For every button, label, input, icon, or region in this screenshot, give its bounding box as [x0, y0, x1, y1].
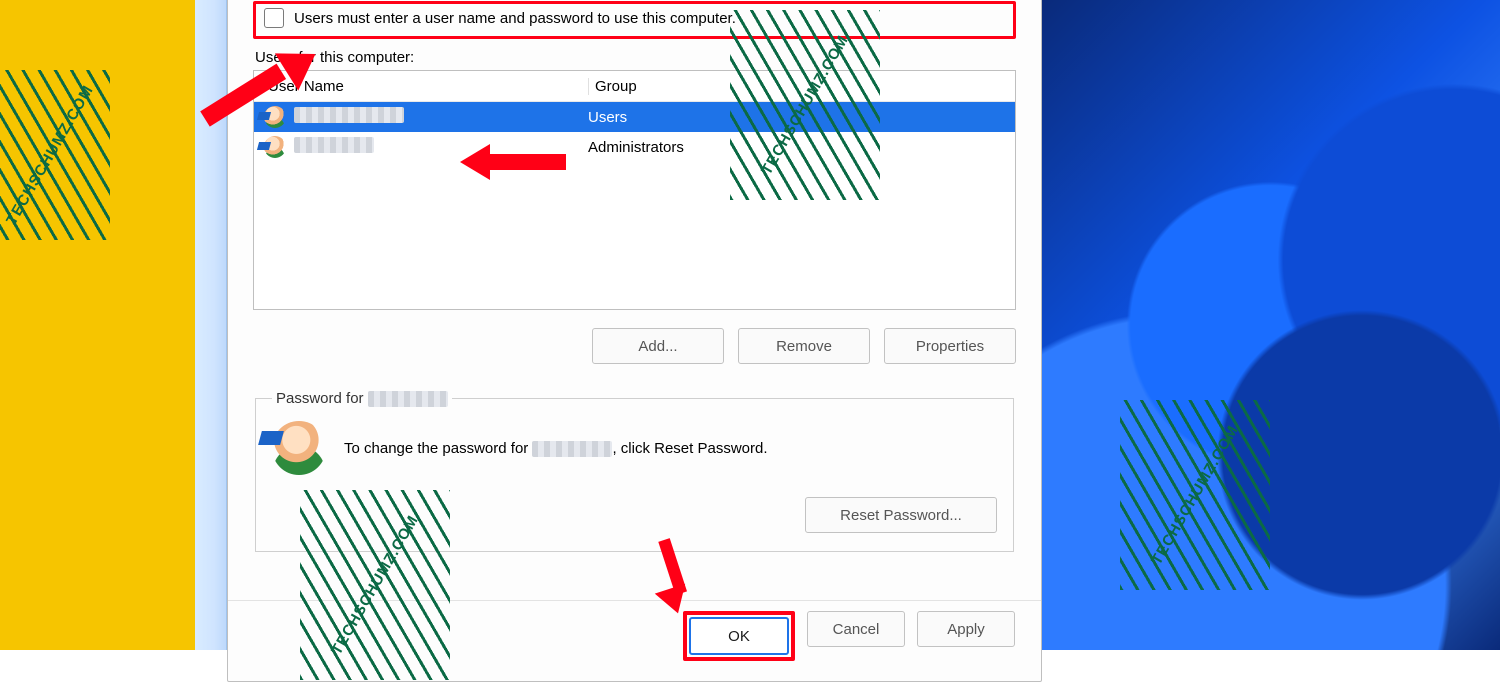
add-button[interactable]: Add... — [592, 328, 724, 364]
cancel-button[interactable]: Cancel — [807, 611, 905, 647]
password-groupbox-legend: Password for — [272, 390, 452, 407]
user-icon — [264, 106, 286, 128]
row-group-value: Users — [582, 109, 1015, 126]
column-group[interactable]: Group — [588, 78, 1015, 95]
remove-button[interactable]: Remove — [738, 328, 870, 364]
column-user-name[interactable]: User Name — [254, 78, 588, 95]
redacted-username — [532, 441, 612, 457]
users-list-header: User Name Group — [254, 71, 1015, 102]
page-bg-left — [0, 0, 195, 650]
redacted-username — [294, 107, 404, 123]
users-buttons-row: Add... Remove Properties — [253, 328, 1016, 364]
require-password-label: Users must enter a user name and passwor… — [294, 10, 736, 27]
row-group-value: Administrators — [582, 139, 1015, 156]
redacted-username — [368, 391, 448, 407]
properties-button[interactable]: Properties — [884, 328, 1016, 364]
checkbox-icon — [264, 8, 284, 28]
taskbar-edge — [195, 0, 227, 650]
users-for-label: Users for this computer: — [255, 49, 1016, 66]
dialog-footer-buttons: OK Cancel Apply — [228, 600, 1041, 671]
require-password-checkbox[interactable]: Users must enter a user name and passwor… — [264, 8, 1005, 28]
annotation-highlight-checkbox: Users must enter a user name and passwor… — [253, 1, 1016, 39]
users-list[interactable]: User Name Group Users Administrators — [253, 70, 1016, 310]
apply-button[interactable]: Apply — [917, 611, 1015, 647]
user-accounts-dialog: Users must enter a user name and passwor… — [227, 0, 1042, 682]
redacted-username — [294, 137, 374, 153]
password-instruction-text: To change the password for , click Reset… — [344, 440, 768, 457]
reset-password-button[interactable]: Reset Password... — [805, 497, 997, 533]
key-user-icon — [272, 421, 326, 475]
annotation-highlight-ok: OK — [683, 611, 795, 661]
user-icon — [264, 136, 286, 158]
password-groupbox: Password for To change the password for … — [255, 390, 1014, 552]
users-list-row[interactable]: Administrators — [254, 132, 1015, 162]
ok-button[interactable]: OK — [689, 617, 789, 655]
windows-wallpaper — [1040, 0, 1500, 650]
users-list-row[interactable]: Users — [254, 102, 1015, 132]
